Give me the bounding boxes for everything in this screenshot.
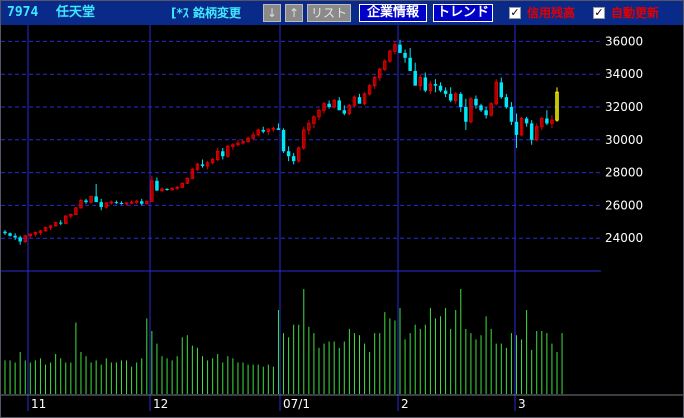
- trend-button[interactable]: トレンド: [433, 4, 493, 22]
- company-info-button[interactable]: 企業情報: [359, 4, 427, 22]
- candle-body: [398, 44, 402, 53]
- candle-body: [459, 93, 463, 107]
- x-tick-label: 07/1: [283, 397, 310, 411]
- candle-body: [499, 82, 504, 98]
- candle-body: [109, 201, 114, 204]
- y-tick-label: 34000: [605, 67, 643, 81]
- candle-body: [524, 118, 529, 124]
- candle-body: [479, 105, 483, 111]
- candle-body: [464, 107, 468, 122]
- candle-body: [175, 186, 179, 189]
- candle-body: [443, 90, 448, 94]
- candle-body: [271, 127, 276, 130]
- candle-body: [286, 151, 291, 157]
- y-tick-label: 36000: [605, 34, 643, 48]
- candle-body: [99, 202, 103, 208]
- x-tick-label: 11: [31, 397, 46, 411]
- auto-update-label: 自動更新: [611, 6, 660, 20]
- candle-body: [291, 156, 296, 162]
- margin-balance-checkbox[interactable]: ✓: [509, 7, 521, 19]
- candle-body: [165, 189, 169, 190]
- candle-body: [3, 231, 7, 234]
- stock-code: 7974: [7, 5, 39, 20]
- x-tick-label: 2: [401, 397, 409, 411]
- x-tick-label: 12: [153, 397, 168, 411]
- candle-body: [155, 180, 159, 191]
- candle-body: [423, 77, 428, 91]
- change-stock-button[interactable]: [*ｽ 銘柄変更: [171, 4, 241, 22]
- candle-body: [484, 110, 488, 116]
- candle-body: [438, 85, 443, 91]
- candle-body: [529, 123, 534, 140]
- candle-body: [448, 93, 453, 101]
- candle-body: [342, 110, 347, 114]
- y-tick-label: 24000: [605, 231, 643, 245]
- candle-body: [261, 129, 266, 132]
- candle-body: [200, 164, 205, 167]
- candle-body: [134, 200, 139, 203]
- up-arrow-button[interactable]: ↑: [285, 4, 303, 22]
- candle-body: [84, 200, 88, 203]
- candle-body: [504, 97, 509, 107]
- candle-body: [514, 121, 519, 135]
- candle-body: [357, 97, 362, 104]
- margin-balance-label: 信用残高: [527, 6, 576, 20]
- list-button[interactable]: リスト: [307, 4, 351, 22]
- y-tick-label: 32000: [605, 100, 643, 114]
- candle-body: [119, 202, 124, 204]
- candle-body: [337, 100, 341, 111]
- y-tick-label: 30000: [605, 133, 643, 147]
- toolbar: 7974 任天堂 [*ｽ 銘柄変更 ↓ ↑ リスト 企業情報 トレンド ✓ 信用…: [1, 1, 683, 25]
- x-tick-label: 3: [518, 397, 526, 411]
- candle-body: [140, 201, 144, 204]
- candle-body: [124, 202, 129, 205]
- candle-body: [221, 151, 225, 157]
- candle-body: [413, 70, 417, 86]
- candle-body: [8, 233, 12, 236]
- candle-body: [474, 98, 478, 106]
- candle-body: [58, 222, 63, 224]
- stock-name: 任天堂: [56, 5, 96, 20]
- candle-body: [545, 118, 549, 124]
- chart-window: 7974 任天堂 [*ｽ 銘柄変更 ↓ ↑ リスト 企業情報 トレンド ✓ 信用…: [0, 0, 684, 418]
- candle-body: [129, 201, 134, 204]
- y-tick-label: 28000: [605, 166, 643, 180]
- candle-body: [433, 84, 438, 86]
- candle-body: [18, 237, 22, 242]
- candle-body: [13, 235, 17, 238]
- down-arrow-button[interactable]: ↓: [263, 4, 281, 22]
- y-tick-label: 26000: [605, 198, 643, 212]
- candle-body: [509, 107, 514, 122]
- candle-body: [327, 103, 331, 107]
- candle-body: [281, 129, 286, 152]
- auto-update-checkbox[interactable]: ✓: [593, 7, 605, 19]
- candle-body: [403, 52, 407, 58]
- candle-body: [114, 202, 119, 204]
- candle-body: [408, 57, 412, 71]
- candle-body: [94, 196, 98, 203]
- candle-body: [276, 128, 281, 130]
- stock-chart: 24000 26000 28000 30000 32000 34000 36000 11 12 0…: [1, 25, 683, 411]
